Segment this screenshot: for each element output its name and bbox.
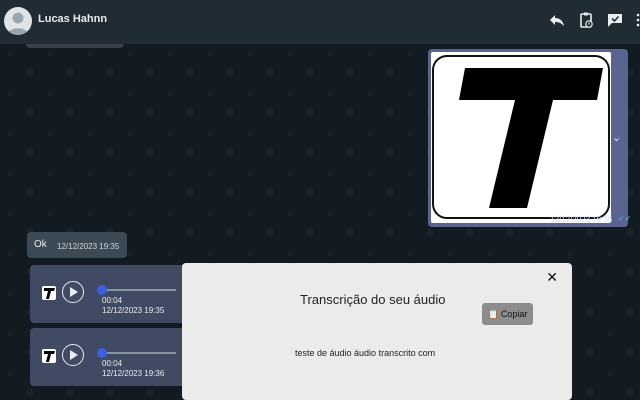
image-message[interactable]: ⌄ 12/12/2023 19:35 ✓✓	[428, 49, 632, 227]
copy-button-label: Copiar	[500, 309, 528, 319]
audio-progress-knob[interactable]	[97, 348, 107, 358]
clipboard-icon: 📋	[487, 308, 499, 319]
message-timestamp: 12/12/2023 19:35	[550, 215, 613, 224]
message-timestamp: 12/12/2023 19:35	[57, 242, 120, 251]
read-status-icon: ✓✓	[618, 214, 632, 223]
chat-check-icon[interactable]	[606, 11, 624, 29]
audio-progress-track[interactable]	[102, 352, 176, 354]
chevron-down-icon[interactable]: ⌄	[612, 131, 621, 144]
app-logo-icon	[42, 349, 56, 363]
transcription-dialog: ✕ Transcrição do seu áudio 📋 Copiar test…	[182, 263, 572, 400]
clipboard-clock-icon[interactable]	[577, 11, 595, 29]
dialog-title: Transcrição do seu áudio	[300, 292, 446, 307]
audio-progress-track[interactable]	[102, 289, 176, 291]
previous-message-stub	[26, 44, 124, 48]
close-icon[interactable]: ✕	[546, 269, 558, 286]
chat-header: Lucas Hahnn	[0, 0, 640, 44]
text-message[interactable]: Ok 12/12/2023 19:35	[27, 232, 127, 258]
copy-button[interactable]: 📋 Copiar	[482, 303, 533, 325]
audio-duration: 00:04	[102, 296, 123, 305]
play-button[interactable]	[62, 281, 84, 303]
transcript-text: teste de áudio áudio transcrito com	[295, 348, 436, 358]
more-vertical-icon[interactable]	[636, 12, 640, 28]
app-logo-icon	[42, 286, 56, 300]
image-thumbnail[interactable]	[431, 52, 611, 223]
message-timestamp: 12/12/2023 19:36	[102, 369, 165, 378]
message-text: Ok	[34, 239, 47, 250]
play-button[interactable]	[62, 344, 84, 366]
message-timestamp: 12/12/2023 19:35	[102, 306, 165, 315]
audio-duration: 00:04	[102, 359, 123, 368]
audio-progress-knob[interactable]	[97, 285, 107, 295]
contact-avatar[interactable]	[4, 7, 32, 35]
reply-icon[interactable]	[548, 11, 566, 29]
contact-name[interactable]: Lucas Hahnn	[38, 13, 107, 25]
